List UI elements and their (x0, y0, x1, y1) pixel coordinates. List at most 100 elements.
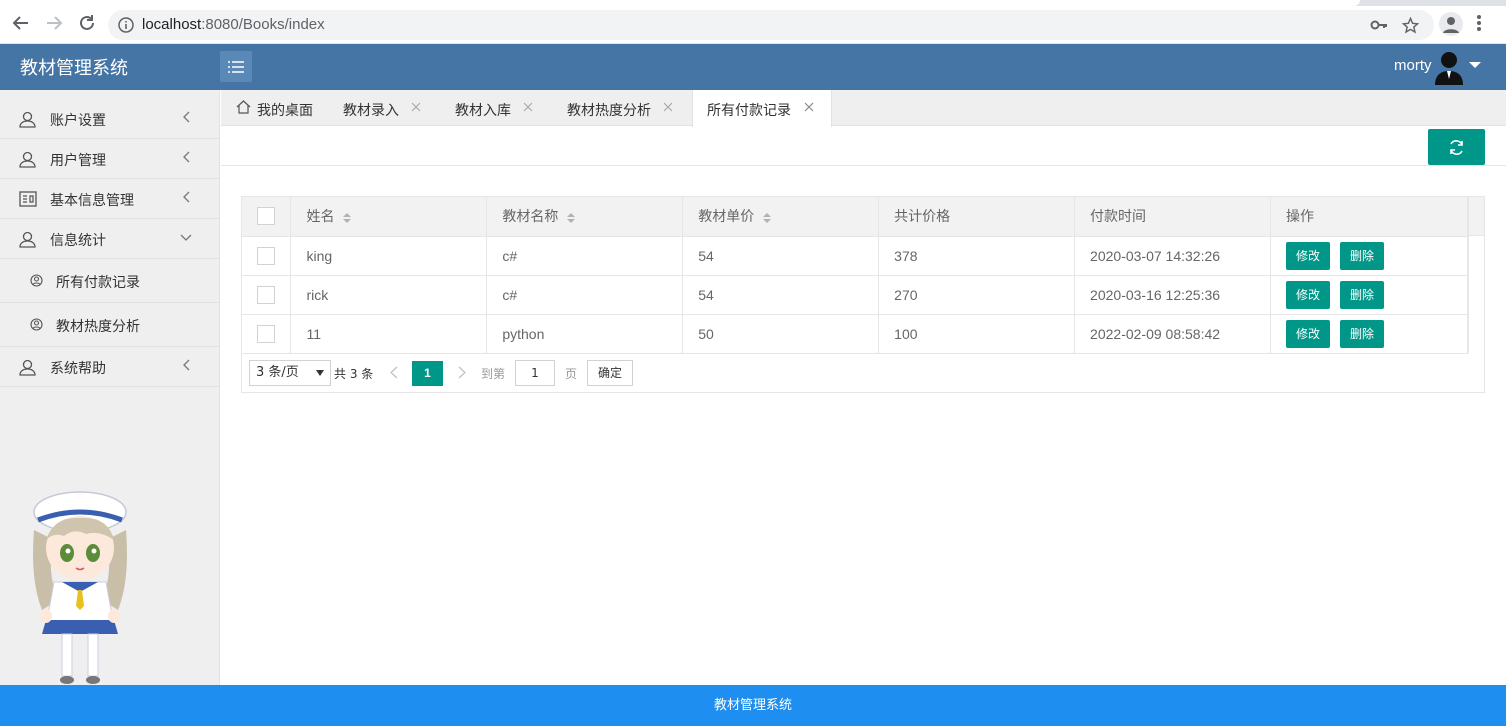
user-avatar[interactable] (1433, 49, 1465, 85)
url-text: localhost:8080/Books/index (142, 16, 325, 33)
goto-confirm-button[interactable]: 确定 (587, 360, 633, 386)
browser-tab-strip (0, 0, 1506, 6)
browser-menu-icon[interactable] (1476, 14, 1482, 36)
forward-arrow-icon[interactable] (43, 12, 65, 34)
edit-button[interactable]: 修改 (1286, 241, 1330, 270)
tab-label: 教材入库 (455, 103, 511, 119)
chevron-down-icon (180, 234, 192, 241)
goto-page-input[interactable]: 1 (515, 360, 555, 386)
sidebar-item-label: 基本信息管理 (50, 193, 134, 209)
edit-button[interactable]: 修改 (1286, 319, 1330, 348)
col-header-book[interactable]: 教材名称 (486, 197, 684, 237)
tab-popularity[interactable]: 教材热度分析 (551, 90, 692, 126)
user-icon (19, 231, 36, 248)
url-path: :8080/Books/index (201, 16, 325, 33)
user-name[interactable]: morty (1394, 57, 1432, 74)
profile-icon[interactable] (1439, 12, 1463, 36)
browser-toolbar: localhost:8080/Books/index (0, 0, 1506, 44)
col-header-label: 姓名 (306, 208, 335, 225)
chevron-left-icon (183, 151, 190, 163)
page-size-select[interactable]: 3 条/页 (249, 360, 331, 386)
row-select-cell (242, 236, 292, 276)
tab-payments[interactable]: 所有付款记录 (692, 90, 832, 127)
prev-page-icon[interactable] (390, 366, 398, 379)
footer: 教材管理系统 (0, 685, 1506, 726)
tab-book-entry[interactable]: 教材录入 (327, 90, 439, 126)
row-select-cell (242, 314, 292, 354)
user-icon (19, 111, 36, 128)
cell-name: king (290, 236, 488, 276)
sidebar-subitem-payments[interactable]: 所有付款记录 (0, 259, 220, 303)
user-circle-icon (30, 318, 43, 331)
sidebar-subitem-popularity[interactable]: 教材热度分析 (0, 303, 220, 347)
sidebar-item-help[interactable]: 系统帮助 (0, 347, 220, 387)
sidebar-item-label: 信息统计 (50, 233, 106, 249)
tab-book-stock[interactable]: 教材入库 (439, 90, 551, 126)
toolbar-row (221, 126, 1506, 166)
user-dropdown-caret-icon[interactable] (1469, 62, 1481, 68)
sidebar-item-account[interactable]: 账户设置 (0, 99, 220, 139)
col-header-name[interactable]: 姓名 (290, 197, 488, 237)
close-icon[interactable] (804, 102, 814, 112)
sort-icon[interactable] (342, 211, 352, 225)
row-checkbox[interactable] (257, 324, 276, 343)
current-page-button[interactable]: 1 (412, 361, 443, 386)
chevron-left-icon (183, 359, 190, 371)
col-header-label: 共计价格 (894, 208, 951, 225)
tab-label: 所有付款记录 (707, 103, 791, 119)
tab-label: 教材热度分析 (567, 103, 651, 119)
tab-bar: 我的桌面 教材录入 教材入库 教材热度分析 所有付款记录 (221, 90, 1506, 127)
back-arrow-icon[interactable] (10, 12, 32, 34)
app-header: 教材管理系统 morty (0, 44, 1506, 90)
tab-label: 教材录入 (343, 103, 399, 119)
reload-icon[interactable] (76, 12, 98, 34)
sidebar-item-statistics[interactable]: 信息统计 (0, 219, 220, 259)
sidebar-item-basic-info[interactable]: 基本信息管理 (0, 179, 220, 219)
tab-desktop[interactable]: 我的桌面 (221, 90, 327, 126)
close-icon[interactable] (523, 102, 533, 112)
sidebar: 账户设置 用户管理 基本信息管理 信息统计 所有付款记录 教材热度分析 系统帮助 (0, 90, 220, 685)
row-checkbox[interactable] (257, 285, 276, 304)
delete-button[interactable]: 删除 (1340, 319, 1384, 348)
close-icon[interactable] (663, 102, 673, 112)
table-row: king c# 54 378 2020-03-07 14:32:26 修改 删除 (242, 236, 1468, 276)
sort-icon[interactable] (762, 211, 772, 225)
user-icon (19, 359, 36, 376)
delete-button[interactable]: 删除 (1340, 241, 1384, 270)
col-header-price[interactable]: 教材单价 (682, 197, 880, 237)
sidebar-item-label: 账户设置 (50, 113, 106, 129)
table-header-row: 姓名 教材名称 教材单价 共计价格 付款时间 操作 (242, 197, 1468, 237)
cell-time: 2022-02-09 08:58:42 (1074, 314, 1271, 354)
key-icon[interactable] (1370, 17, 1388, 37)
address-bar[interactable]: localhost:8080/Books/index (108, 10, 1434, 40)
edit-button[interactable]: 修改 (1286, 280, 1330, 309)
table-row: 11 python 50 100 2022-02-09 08:58:42 修改删… (242, 314, 1468, 354)
col-header-label: 付款时间 (1090, 208, 1147, 225)
cell-total: 100 (878, 314, 1076, 354)
row-select-cell (242, 275, 292, 315)
cell-book: python (486, 314, 684, 354)
col-header-total: 共计价格 (878, 197, 1076, 237)
delete-button[interactable]: 删除 (1340, 280, 1384, 309)
next-page-icon[interactable] (458, 366, 466, 379)
url-host: localhost (142, 16, 202, 33)
sort-icon[interactable] (566, 211, 576, 225)
select-all-checkbox[interactable] (257, 207, 276, 226)
refresh-button[interactable] (1428, 129, 1485, 165)
cell-time: 2020-03-16 12:25:36 (1074, 275, 1271, 315)
row-checkbox[interactable] (257, 246, 276, 265)
menu-toggle-button[interactable] (220, 51, 252, 82)
sidebar-item-label: 用户管理 (50, 153, 106, 169)
cell-price: 50 (682, 314, 880, 354)
close-icon[interactable] (411, 102, 421, 112)
chevron-left-icon (183, 111, 190, 123)
sidebar-subitem-label: 教材热度分析 (56, 319, 140, 335)
cell-price: 54 (682, 275, 880, 315)
col-header-label: 操作 (1286, 208, 1314, 225)
info-icon[interactable] (118, 17, 134, 37)
col-header-time: 付款时间 (1074, 197, 1271, 237)
refresh-icon (1450, 139, 1463, 155)
star-icon[interactable] (1401, 16, 1420, 38)
home-icon (236, 100, 251, 114)
sidebar-item-users[interactable]: 用户管理 (0, 139, 220, 179)
